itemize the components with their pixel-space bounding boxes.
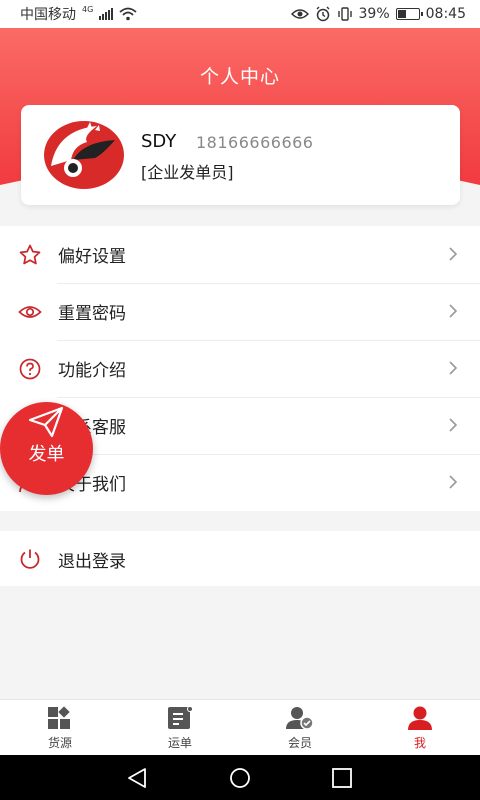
paper-plane-icon xyxy=(28,406,64,438)
page-title: 个人中心 xyxy=(199,66,280,88)
menu-item-label: 重置密码 xyxy=(58,304,126,324)
member-icon xyxy=(286,707,314,730)
back-icon[interactable] xyxy=(126,767,148,789)
network-type: 4G xyxy=(82,4,94,14)
tab-waybill[interactable]: 运单 xyxy=(120,700,240,755)
battery-percent: 39% xyxy=(358,6,390,22)
battery-icon xyxy=(395,8,423,20)
menu-item-label: 偏好设置 xyxy=(58,247,126,267)
alarm-icon xyxy=(316,6,330,22)
status-bar: 中国移动 4G 39% 08:45 xyxy=(0,0,480,28)
user-name: SDY xyxy=(141,131,177,152)
menu-item-label: 功能介绍 xyxy=(58,361,126,381)
chevron-right-icon xyxy=(449,418,458,432)
status-left: 中国移动 4G xyxy=(20,4,137,24)
waybill-icon xyxy=(168,706,193,729)
avatar[interactable] xyxy=(43,120,125,190)
post-order-button[interactable]: 发单 xyxy=(0,402,93,495)
chevron-right-icon xyxy=(449,361,458,375)
eye-icon xyxy=(18,306,42,318)
profile-card[interactable]: SDY 18166666666 [企业发单员] xyxy=(21,105,460,205)
chevron-right-icon xyxy=(449,304,458,318)
tab-cargo-source[interactable]: 货源 xyxy=(0,700,120,755)
star-icon xyxy=(19,244,41,265)
post-order-label: 发单 xyxy=(28,444,65,465)
eye-comfort-icon xyxy=(290,9,309,19)
person-icon xyxy=(408,706,432,730)
grid-icon xyxy=(48,706,70,729)
power-icon xyxy=(20,549,40,569)
chevron-right-icon xyxy=(449,247,458,261)
status-right: 39% 08:45 xyxy=(290,6,466,22)
tab-me[interactable]: 我 xyxy=(360,700,480,755)
bottom-tab-bar: 货源 运单 会员 我 xyxy=(0,699,480,755)
user-role: [企业发单员] xyxy=(141,163,234,182)
carrier-name: 中国移动 xyxy=(20,7,76,23)
menu-item-reset-password[interactable]: 重置密码 xyxy=(0,283,480,340)
menu-item-preferences[interactable]: 偏好设置 xyxy=(0,226,480,283)
signal-icon xyxy=(99,8,114,20)
system-nav-bar xyxy=(0,755,480,800)
home-icon[interactable] xyxy=(228,767,252,789)
vibrate-icon xyxy=(337,7,352,21)
user-phone: 18166666666 xyxy=(196,133,314,152)
question-icon xyxy=(19,358,41,380)
wifi-icon xyxy=(119,7,137,21)
tab-label: 运单 xyxy=(167,736,192,750)
tab-label: 会员 xyxy=(287,736,312,750)
logout-item[interactable]: 退出登录 xyxy=(0,531,480,586)
menu-item-features[interactable]: 功能介绍 xyxy=(0,340,480,397)
clock: 08:45 xyxy=(425,6,466,22)
tab-member[interactable]: 会员 xyxy=(240,700,360,755)
tab-label: 货源 xyxy=(47,736,72,750)
logout-label: 退出登录 xyxy=(58,552,126,572)
tab-label: 我 xyxy=(413,736,426,750)
recents-icon[interactable] xyxy=(331,767,353,789)
chevron-right-icon xyxy=(449,475,458,489)
